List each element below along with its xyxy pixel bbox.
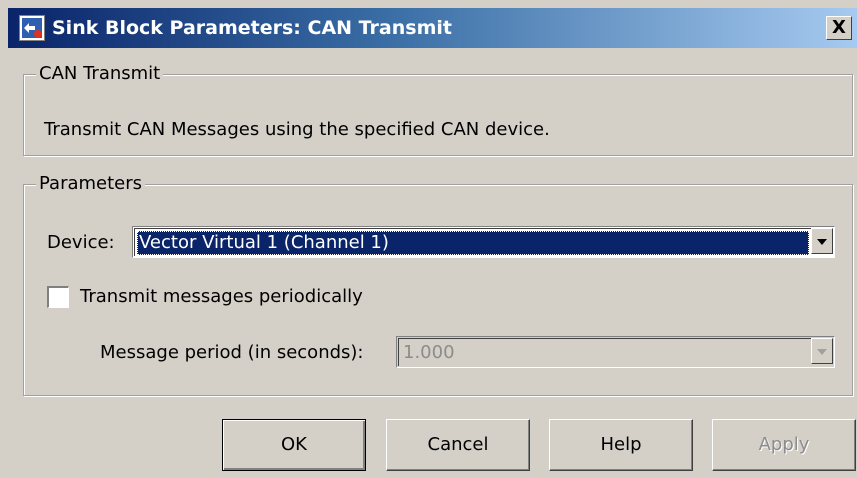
device-dropdown-button[interactable]: [811, 228, 833, 254]
description-text: Transmit CAN Messages using the specifie…: [44, 119, 550, 140]
title-bar[interactable]: Sink Block Parameters: CAN Transmit X: [8, 8, 857, 48]
close-icon: X: [832, 17, 846, 38]
ok-button[interactable]: OK: [222, 419, 366, 471]
device-label: Device:: [47, 232, 115, 253]
chevron-down-icon: [817, 349, 827, 355]
message-period-field: 1.000: [398, 338, 833, 366]
cancel-button[interactable]: Cancel: [386, 419, 530, 471]
device-select-field: Vector Virtual 1 (Channel 1): [134, 228, 833, 256]
device-select[interactable]: Vector Virtual 1 (Channel 1): [132, 226, 835, 258]
transmit-periodically-checkbox[interactable]: [47, 286, 69, 308]
apply-button[interactable]: Apply: [712, 419, 856, 471]
chevron-down-icon: [817, 239, 827, 245]
message-period-select[interactable]: 1.000: [396, 336, 835, 368]
description-group: CAN Transmit Transmit CAN Messages using…: [23, 63, 853, 156]
help-button[interactable]: Help: [549, 419, 693, 471]
description-group-legend: CAN Transmit: [36, 63, 164, 85]
block-parameters-dialog: Sink Block Parameters: CAN Transmit X CA…: [0, 0, 857, 478]
window-title: Sink Block Parameters: CAN Transmit: [52, 17, 452, 39]
close-button[interactable]: X: [826, 16, 852, 40]
simulink-block-icon: [19, 15, 45, 41]
device-select-value: Vector Virtual 1 (Channel 1): [137, 231, 809, 255]
message-period-label: Message period (in seconds):: [100, 342, 364, 363]
message-period-dropdown-button[interactable]: [811, 338, 833, 364]
parameters-group-legend: Parameters: [36, 173, 146, 195]
transmit-periodically-label[interactable]: Transmit messages periodically: [80, 285, 363, 309]
message-period-value: 1.000: [403, 342, 455, 363]
